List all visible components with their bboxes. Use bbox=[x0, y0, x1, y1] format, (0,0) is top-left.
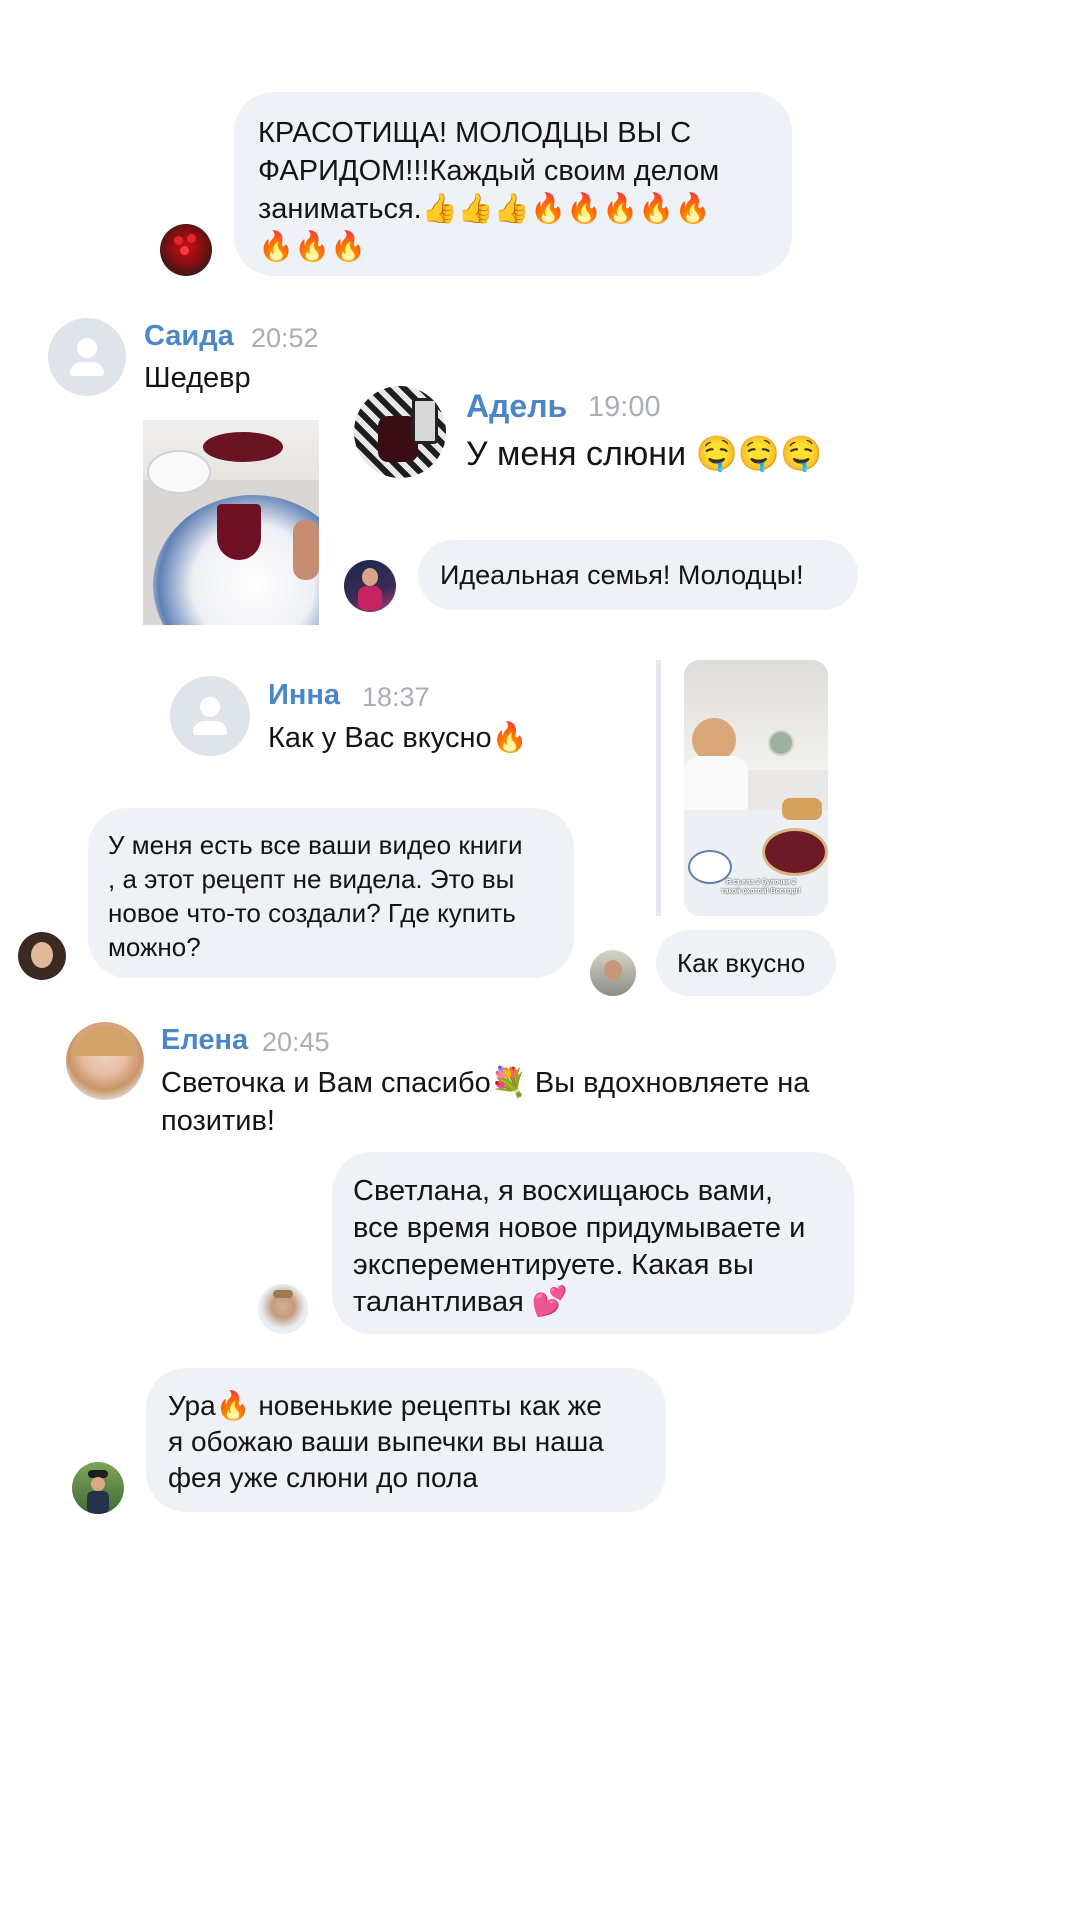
comment-bubble[interactable]: Идеальная семья! Молодцы! bbox=[418, 540, 858, 610]
video-preview[interactable]: Я съела 2 булочки 2 такой охотой! Востор… bbox=[684, 660, 828, 916]
author-name[interactable]: Адель bbox=[466, 388, 567, 425]
author-name[interactable]: Саида bbox=[144, 320, 234, 353]
comment-text: Светочка и Вам спасибо💐 Вы вдохновляете … bbox=[161, 1067, 810, 1137]
comment-bubble[interactable]: КРАСОТИЩА! МОЛОДЦЫ ВЫ С ФАРИДОМ!!!Каждый… bbox=[234, 92, 792, 276]
avatar[interactable] bbox=[66, 1022, 144, 1100]
decor bbox=[180, 246, 189, 255]
user-icon bbox=[70, 362, 104, 376]
comment-bubble[interactable]: Как вкусно bbox=[656, 930, 836, 996]
attached-photo[interactable] bbox=[143, 420, 319, 625]
user-icon bbox=[77, 338, 97, 358]
teacup bbox=[147, 450, 211, 494]
hair bbox=[273, 1290, 293, 1298]
body bbox=[358, 586, 382, 610]
wall-decor bbox=[768, 730, 794, 756]
comment-text: КРАСОТИЩА! МОЛОДЦЫ ВЫ С ФАРИДОМ!!!Каждый… bbox=[258, 117, 720, 263]
clasp bbox=[412, 398, 438, 444]
pie-piece bbox=[217, 504, 261, 560]
avatar[interactable] bbox=[258, 1284, 308, 1334]
comment-text: Как у Вас вкусно🔥 bbox=[268, 722, 528, 754]
comment-text: Ура🔥 новенькие рецепты как же я обожаю в… bbox=[168, 1390, 604, 1493]
author-name[interactable]: Инна bbox=[268, 679, 340, 712]
avatar-placeholder[interactable] bbox=[48, 318, 126, 396]
comment-text: У меня слюни 🤤🤤🤤 bbox=[466, 435, 823, 473]
comment-text: Как вкусно bbox=[677, 948, 806, 978]
comment-bubble[interactable]: Ура🔥 новенькие рецепты как же я обожаю в… bbox=[146, 1368, 666, 1512]
comment-bubble[interactable]: У меня есть все ваши видео книги , а это… bbox=[88, 808, 574, 978]
avatar[interactable] bbox=[344, 560, 396, 612]
avatar[interactable] bbox=[72, 1462, 124, 1514]
divider bbox=[656, 660, 661, 916]
face bbox=[362, 568, 378, 586]
decor bbox=[187, 234, 196, 243]
decor bbox=[174, 236, 183, 245]
video-caption: Я съела 2 булочки 2 такой охотой! Востор… bbox=[721, 879, 801, 895]
comment-time: 20:45 bbox=[262, 1027, 330, 1057]
user-icon bbox=[200, 697, 220, 717]
avatar[interactable] bbox=[18, 932, 66, 980]
comment-text: У меня есть все ваши видео книги , а это… bbox=[108, 830, 523, 962]
comment-bubble[interactable]: Светлана, я восхищаюсь вами, все время н… bbox=[332, 1152, 854, 1334]
comment-text: Светлана, я восхищаюсь вами, все время н… bbox=[353, 1175, 806, 1318]
body bbox=[87, 1491, 109, 1514]
hand bbox=[293, 520, 319, 580]
avatar[interactable] bbox=[354, 386, 446, 478]
comment-text: Шедевр bbox=[144, 362, 251, 394]
comment-time: 18:37 bbox=[362, 682, 430, 712]
avatar-placeholder[interactable] bbox=[170, 676, 250, 756]
buns bbox=[782, 798, 822, 820]
face bbox=[604, 960, 622, 980]
comment-text: Идеальная семья! Молодцы! bbox=[440, 560, 804, 590]
avatar[interactable] bbox=[590, 950, 636, 996]
face bbox=[31, 942, 53, 968]
pie-slice bbox=[203, 432, 283, 462]
pie bbox=[762, 828, 828, 876]
hair bbox=[74, 1026, 136, 1056]
avatar[interactable] bbox=[160, 224, 212, 276]
face bbox=[91, 1477, 105, 1491]
comment-time: 20:52 bbox=[251, 323, 319, 353]
author-name[interactable]: Елена bbox=[161, 1024, 248, 1057]
comment-time: 19:00 bbox=[588, 391, 661, 423]
user-icon bbox=[193, 721, 227, 735]
